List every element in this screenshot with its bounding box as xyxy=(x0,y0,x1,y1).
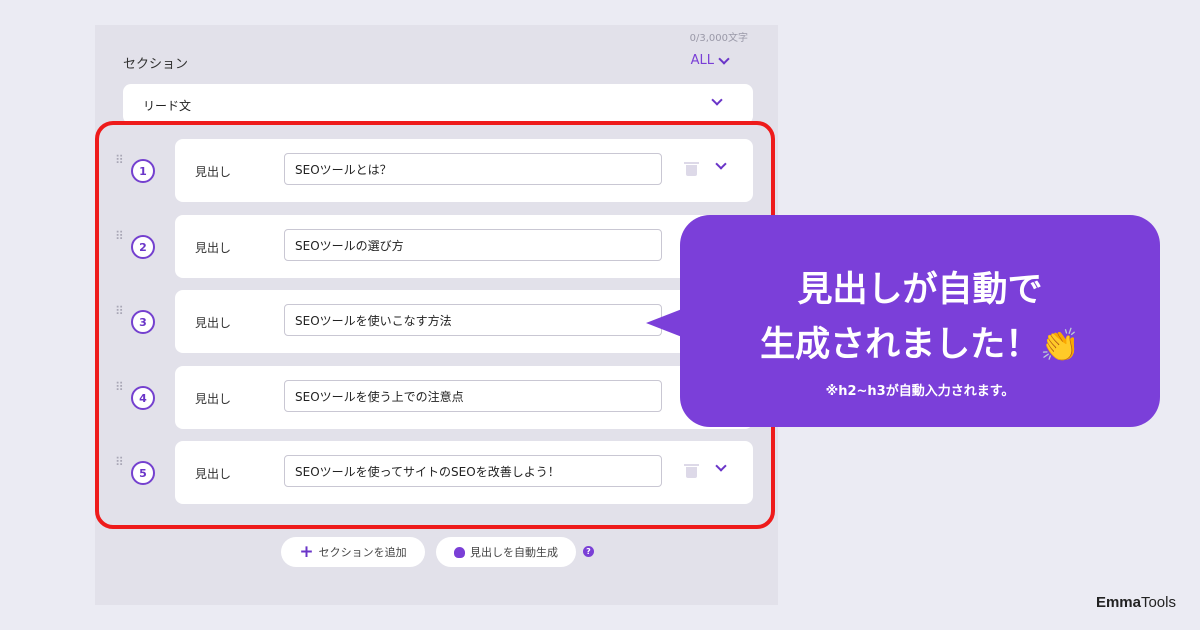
chevron-down-icon[interactable] xyxy=(715,460,727,472)
brand-part-2: Tools xyxy=(1140,594,1176,611)
heading-label: 見出し xyxy=(195,241,232,255)
heading-input[interactable]: SEOツールを使いこなす方法 xyxy=(284,304,662,336)
all-toggle[interactable]: ALL xyxy=(690,52,730,68)
callout-note: ※h2~h3が自動入力されます。 xyxy=(825,384,1015,399)
auto-generate-label: 見出しを自動生成 xyxy=(470,546,558,559)
drag-handle-icon[interactable]: ⠿ xyxy=(115,456,125,468)
heading-input[interactable]: SEOツールを使ってサイトのSEOを改善しよう！ xyxy=(284,455,662,487)
heading-label: 見出し xyxy=(195,467,232,481)
lead-label: リード文 xyxy=(143,99,192,113)
trash-icon[interactable] xyxy=(684,162,699,176)
heading-number-badge: 2 xyxy=(131,235,155,259)
heading-card: 見出し SEOツールの選び方 xyxy=(175,215,753,278)
heading-row: ⠿ 2 見出し SEOツールの選び方 xyxy=(95,215,778,279)
heading-label: 見出し xyxy=(195,165,232,179)
section-heading: セクション xyxy=(123,57,189,72)
chevron-down-icon[interactable] xyxy=(711,94,723,106)
add-section-label: セクションを追加 xyxy=(318,546,407,559)
auto-generate-headings-button[interactable]: 見出しを自動生成 xyxy=(436,537,576,567)
heading-row: ⠿ 5 見出し SEOツールを使ってサイトのSEOを改善しよう！ xyxy=(95,441,778,505)
heading-label: 見出し xyxy=(195,392,232,406)
add-section-button[interactable]: + セクションを追加 xyxy=(281,537,425,567)
heading-row: ⠿ 1 見出し SEOツールとは？ xyxy=(95,139,778,203)
callout-line-2-text: 生成されました！ xyxy=(760,325,1041,365)
heading-input[interactable]: SEOツールの選び方 xyxy=(284,229,662,261)
help-icon[interactable]: ? xyxy=(583,546,594,557)
lightbulb-icon xyxy=(454,546,465,558)
chevron-down-icon xyxy=(718,52,730,65)
heading-card: 見出し SEOツールを使う上での注意点 xyxy=(175,366,753,429)
heading-card: 見出し SEOツールを使ってサイトのSEOを改善しよう！ xyxy=(175,441,753,504)
heading-label: 見出し xyxy=(195,316,232,330)
heading-number-badge: 1 xyxy=(131,159,155,183)
brand-logo: EmmaTools xyxy=(1096,594,1176,611)
drag-handle-icon[interactable]: ⠿ xyxy=(115,230,125,242)
drag-handle-icon[interactable]: ⠿ xyxy=(115,154,125,166)
callout-line-2: 生成されました！👏 xyxy=(680,316,1160,367)
brand-part-1: Emma xyxy=(1095,594,1141,611)
lead-section-card[interactable]: リード文 xyxy=(123,84,753,124)
heading-input[interactable]: SEOツールを使う上での注意点 xyxy=(284,380,662,412)
all-label: ALL xyxy=(690,53,714,68)
drag-handle-icon[interactable]: ⠿ xyxy=(115,305,125,317)
heading-number-badge: 3 xyxy=(131,310,155,334)
trash-icon[interactable] xyxy=(684,464,699,478)
heading-row: ⠿ 4 見出し SEOツールを使う上での注意点 xyxy=(95,366,778,430)
heading-number-badge: 4 xyxy=(131,386,155,410)
callout-line-1: 見出しが自動で xyxy=(797,270,1043,310)
chevron-down-icon[interactable] xyxy=(715,158,727,170)
drag-handle-icon[interactable]: ⠿ xyxy=(115,381,125,393)
char-counter: 0/3,000文字 xyxy=(689,33,748,44)
heading-card: 見出し SEOツールとは？ xyxy=(175,139,753,202)
heading-number-badge: 5 xyxy=(131,461,155,485)
plus-icon: + xyxy=(299,541,314,562)
heading-input[interactable]: SEOツールとは？ xyxy=(284,153,662,185)
callout-bubble: 見出しが自動で 生成されました！👏 ※h2~h3が自動入力されます。 xyxy=(646,215,1160,427)
clapping-hands-icon: 👏 xyxy=(1040,326,1080,364)
